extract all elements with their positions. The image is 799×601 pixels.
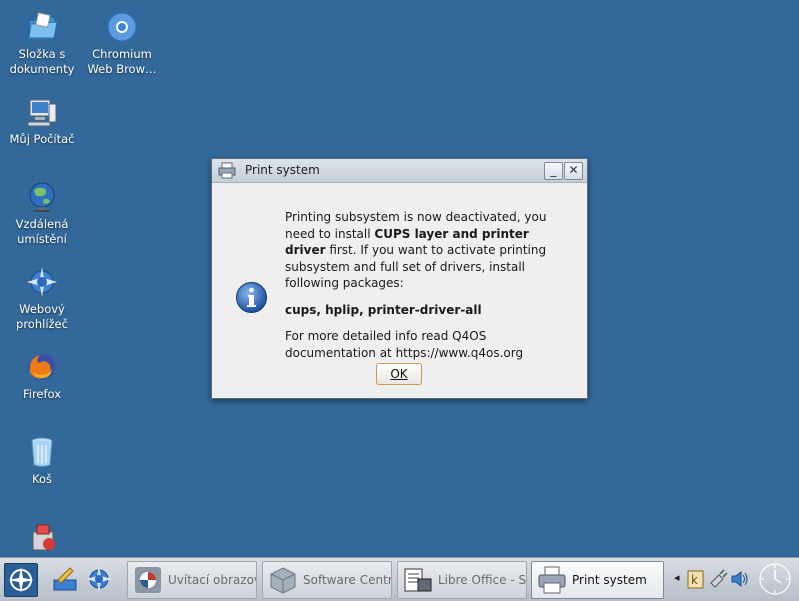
task-label: Print system bbox=[572, 573, 647, 587]
package-installer-icon bbox=[32, 524, 55, 551]
software-centre-icon bbox=[270, 567, 296, 594]
desktop-icon-label: Můj Počítač bbox=[9, 132, 75, 146]
task-software-centre[interactable]: Software Centre bbox=[262, 561, 392, 599]
task-label: Software Centre bbox=[303, 573, 392, 587]
desktop-icon-web-browser[interactable]: Webový prohlížeč bbox=[2, 265, 82, 332]
network-plug-icon[interactable] bbox=[708, 569, 728, 589]
task-libreoffice-setup[interactable]: Libre Office - Set bbox=[397, 561, 527, 599]
printer-icon bbox=[538, 566, 566, 594]
desktop-icon-firefox[interactable]: Firefox bbox=[2, 350, 82, 402]
printer-icon bbox=[218, 162, 236, 179]
desktop-icon-label: Složka s dokumenty bbox=[9, 47, 75, 76]
print-system-dialog: Print system _ ✕ Printing subsystem is n… bbox=[211, 158, 588, 399]
dialog-message: Printing subsystem is now deactivated, y… bbox=[285, 209, 570, 371]
welcome-screen-icon bbox=[135, 567, 161, 593]
dialog-title: Print system bbox=[245, 163, 320, 177]
tray-expand-arrow[interactable]: ◂ bbox=[674, 571, 680, 584]
firefox-icon bbox=[29, 354, 55, 380]
web-browser-icon bbox=[27, 267, 57, 297]
klipper-clipboard-icon[interactable]: k bbox=[686, 569, 706, 589]
desktop-icon-chromium[interactable]: Chromium Web Brow… bbox=[82, 10, 162, 77]
dialog-body: Printing subsystem is now deactivated, y… bbox=[212, 183, 587, 398]
task-welcome-screen[interactable]: Uvítací obrazovk bbox=[127, 561, 257, 599]
analog-clock-icon[interactable] bbox=[757, 561, 793, 597]
computer-icon bbox=[27, 99, 57, 127]
volume-icon[interactable] bbox=[730, 569, 750, 589]
folder-icon bbox=[28, 12, 58, 39]
desktop-icon-label: Koš bbox=[32, 472, 52, 486]
minimize-button[interactable]: _ bbox=[544, 162, 563, 180]
trash-icon bbox=[31, 437, 53, 467]
close-button[interactable]: ✕ bbox=[564, 162, 583, 180]
desktop-icon-documents[interactable]: Složka s dokumenty bbox=[2, 10, 82, 77]
desktop-icon-label: Vzdálená umístění bbox=[15, 217, 69, 246]
desktop-icon-label: Webový prohlížeč bbox=[16, 302, 68, 331]
desktop-icon-installer[interactable] bbox=[2, 520, 82, 557]
libreoffice-setup-icon bbox=[404, 568, 432, 592]
svg-text:k: k bbox=[691, 573, 698, 587]
desktop-icon-label: Chromium Web Brow… bbox=[87, 47, 157, 76]
ok-button-label: OK bbox=[390, 367, 408, 381]
minimize-icon: _ bbox=[550, 163, 557, 177]
info-icon bbox=[236, 282, 267, 313]
dialog-titlebar[interactable]: Print system _ ✕ bbox=[212, 159, 587, 183]
desktop-tools-icon[interactable] bbox=[50, 564, 80, 594]
task-print-system[interactable]: Print system bbox=[531, 561, 664, 599]
desktop-icon-my-computer[interactable]: Můj Počítač bbox=[2, 95, 82, 147]
start-menu-button[interactable] bbox=[4, 563, 38, 597]
web-browser-icon[interactable] bbox=[84, 564, 114, 594]
task-label: Uvítací obrazovk bbox=[168, 573, 256, 587]
q4os-start-icon bbox=[8, 567, 34, 593]
chromium-icon bbox=[107, 12, 137, 42]
task-label: Libre Office - Set bbox=[438, 573, 527, 587]
desktop-icon-trash[interactable]: Koš bbox=[2, 435, 82, 487]
close-icon: ✕ bbox=[568, 163, 579, 177]
ok-button[interactable]: OK bbox=[376, 363, 422, 385]
more-info-text: For more detailed info read Q4OS documen… bbox=[285, 329, 524, 360]
package-list: cups, hplip, printer-driver-all bbox=[285, 302, 482, 317]
taskbar: Uvítací obrazovk Software Centre Libre O… bbox=[0, 557, 799, 601]
network-globe-icon bbox=[29, 182, 55, 212]
desktop-icon-label: Firefox bbox=[22, 387, 62, 401]
desktop-icon-remote-places[interactable]: Vzdálená umístění bbox=[2, 180, 82, 247]
